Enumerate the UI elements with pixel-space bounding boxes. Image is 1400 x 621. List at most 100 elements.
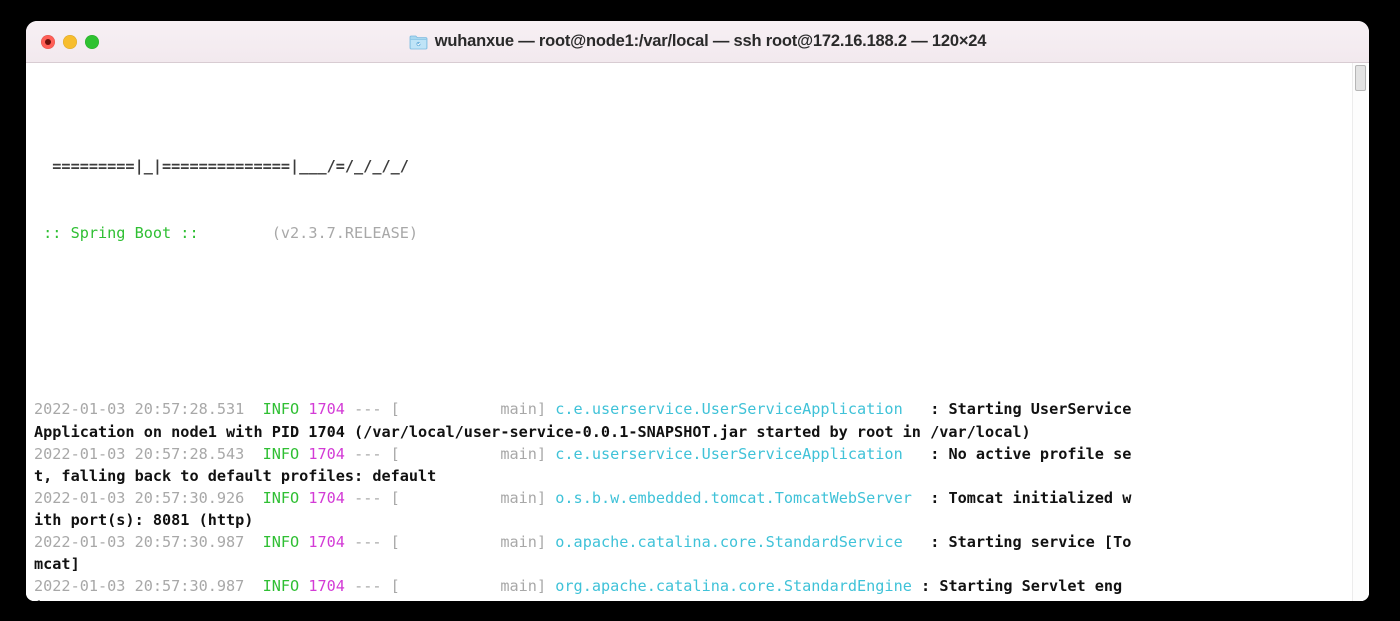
log-separator: --- [ [344,488,400,507]
log-gap3 [546,400,555,418]
log-logger-pad [912,489,921,507]
log-thread: main] [399,577,547,596]
log-logger: o.apache.catalina.core.StandardService [555,532,903,551]
log-logger-pad [903,533,921,551]
log-separator: --- [ [344,532,400,551]
log-message-continued: ith port(s): 8081 (http) [34,510,254,529]
log-gap3 [546,577,555,595]
log-level: INFO [262,444,300,463]
log-logger: c.e.userservice.UserServiceApplication [555,444,903,463]
banner-version: (v2.3.7.RELEASE) [271,223,419,242]
log-message-continued: mcat] [34,555,80,574]
log-timestamp: 2022-01-03 20:57:30.987 [34,577,245,596]
log-line: 2022-01-03 20:57:30.987 INFO 1704 --- [ … [34,531,1369,553]
terminal-output: =========|_|==============|___/=/_/_/_/ … [26,67,1369,601]
log-level: INFO [262,400,300,419]
log-line: 2022-01-03 20:57:30.926 INFO 1704 --- [ … [34,487,1369,509]
log-line-continuation: mcat] [34,553,1369,575]
banner-spacer [208,224,272,242]
log-logger: org.apache.catalina.core.StandardEngine [555,577,912,596]
log-level: INFO [262,488,300,507]
log-gap1 [244,445,262,463]
log-colon: : [930,488,949,507]
log-pid: 1704 [308,444,345,463]
log-line: 2022-01-03 20:57:28.543 INFO 1704 --- [ … [34,443,1369,465]
log-gap3 [546,445,555,463]
log-colon: : [921,577,940,596]
log-line: 2022-01-03 20:57:30.987 INFO 1704 --- [ … [34,575,1369,597]
log-pid: 1704 [308,400,345,419]
log-line-continuation: ine: [Apache Tomcat/9.0.41] [34,597,1369,601]
log-logger-pad [903,445,921,463]
log-colon: : [930,444,949,463]
log-colon: : [930,532,949,551]
banner-name: :: Spring Boot :: [34,223,208,242]
folder-icon [409,35,428,49]
log-thread: main] [399,488,547,507]
log-pid: 1704 [308,577,345,596]
log-timestamp: 2022-01-03 20:57:30.987 [34,532,245,551]
log-line-continuation: Application on node1 with PID 1704 (/var… [34,421,1369,443]
maximize-button-icon[interactable] [85,35,99,49]
log-gap4 [921,400,930,418]
log-gap2 [299,577,308,595]
log-timestamp: 2022-01-03 20:57:28.531 [34,400,245,419]
log-line-continuation: ith port(s): 8081 (http) [34,509,1369,531]
log-message: No active profile se [948,444,1132,463]
log-message-continued: Application on node1 with PID 1704 (/var… [34,422,1031,441]
log-message: Starting Servlet eng [939,577,1123,596]
log-gap4 [921,533,930,551]
log-gap4 [912,577,921,595]
log-logger: o.s.b.w.embedded.tomcat.TomcatWebServer [555,488,912,507]
log-separator: --- [ [344,577,400,596]
window-controls [41,21,99,63]
log-message-continued: t, falling back to default profiles: def… [34,466,437,485]
log-level: INFO [262,577,300,596]
banner-blank-line [34,288,1369,310]
banner-ascii-line: =========|_|==============|___/=/_/_/_/ [34,155,1369,177]
log-message: Tomcat initialized w [948,488,1132,507]
scrollbar-thumb[interactable] [1355,65,1366,91]
log-colon: : [930,400,949,419]
log-gap4 [921,445,930,463]
log-timestamp: 2022-01-03 20:57:30.926 [34,488,245,507]
log-gap2 [299,445,308,463]
log-pid: 1704 [308,488,345,507]
log-level: INFO [262,532,300,551]
log-pid: 1704 [308,532,345,551]
log-gap1 [244,489,262,507]
log-gap1 [244,400,262,418]
screen: wuhanxue — root@node1:/var/local — ssh r… [0,0,1400,621]
log-gap1 [244,533,262,551]
log-gap1 [244,577,262,595]
log-gap3 [546,489,555,507]
vertical-scrollbar[interactable] [1352,63,1367,601]
close-button-icon[interactable] [41,35,55,49]
window-titlebar[interactable]: wuhanxue — root@node1:/var/local — ssh r… [26,21,1369,63]
log-message-continued: ine: [Apache Tomcat/9.0.41] [34,599,281,601]
banner-name-line: :: Spring Boot :: (v2.3.7.RELEASE) [34,222,1369,244]
log-message: Starting UserService [948,400,1132,419]
window-title-group: wuhanxue — root@node1:/var/local — ssh r… [409,32,987,51]
log-line: 2022-01-03 20:57:28.531 INFO 1704 --- [ … [34,398,1369,420]
log-gap2 [299,533,308,551]
log-thread: main] [399,400,547,419]
terminal-window: wuhanxue — root@node1:/var/local — ssh r… [26,21,1369,601]
log-message: Starting service [To [948,532,1132,551]
log-thread: main] [399,532,547,551]
log-separator: --- [ [344,400,400,419]
log-gap3 [546,533,555,551]
log-line-list: 2022-01-03 20:57:28.531 INFO 1704 --- [ … [34,398,1369,601]
log-gap2 [299,400,308,418]
window-title: wuhanxue — root@node1:/var/local — ssh r… [434,32,987,50]
terminal-body[interactable]: =========|_|==============|___/=/_/_/_/ … [26,63,1369,601]
log-separator: --- [ [344,444,400,463]
log-logger-pad [903,400,921,418]
log-logger: c.e.userservice.UserServiceApplication [555,400,903,419]
log-line-continuation: t, falling back to default profiles: def… [34,465,1369,487]
log-thread: main] [399,444,547,463]
log-timestamp: 2022-01-03 20:57:28.543 [34,444,245,463]
log-gap2 [299,489,308,507]
minimize-button-icon[interactable] [63,35,77,49]
banner-art: =========|_|==============|___/=/_/_/_/ [34,157,409,176]
